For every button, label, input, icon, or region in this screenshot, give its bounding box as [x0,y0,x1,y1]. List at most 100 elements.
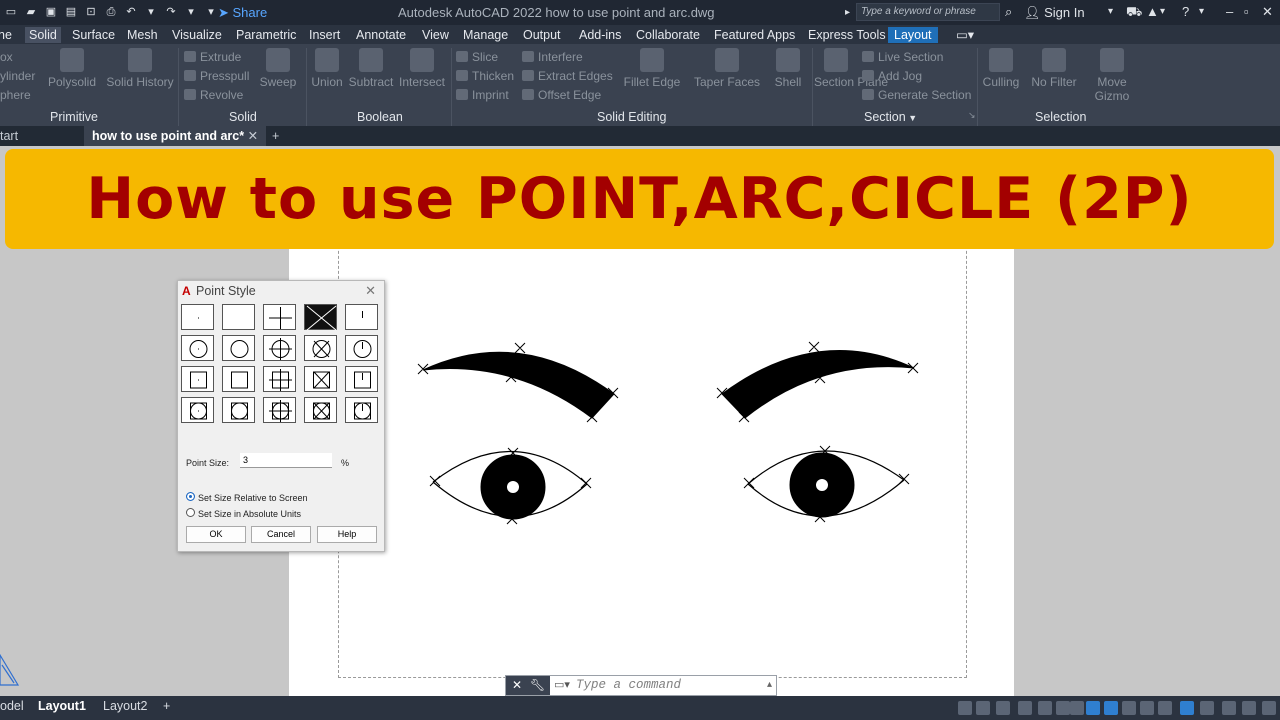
panel-title-section[interactable]: Section ▼ [864,110,917,124]
extract-edges-button[interactable]: Extract Edges [522,69,613,83]
section-plane-button[interactable]: Section Plane [814,48,888,89]
search-arrow-icon[interactable]: ▸ [845,7,850,18]
redo-dropdown-icon[interactable]: ▾ [184,6,198,19]
start-tab[interactable]: tart [0,126,18,146]
subtract-button[interactable]: Subtract [347,48,395,89]
share-button[interactable]: ➤ Share [218,5,267,21]
close-window-icon[interactable]: ✕ [1262,4,1273,20]
presspull-button[interactable]: Presspull [184,69,249,83]
tab-featured-apps[interactable]: Featured Apps [714,27,795,43]
help-dropdown-icon[interactable]: ▾ [1199,6,1204,17]
cylinder-button[interactable]: ylinder [0,69,35,83]
command-history-icon[interactable]: ▴ [767,675,772,694]
customize-wrench-icon[interactable]: 🔧︎ [530,676,545,695]
thicken-button[interactable]: Thicken [456,69,514,83]
add-jog-button[interactable]: Add Jog [862,69,922,83]
recent-commands-icon[interactable]: ▭▾ [554,676,570,695]
help-button[interactable]: Help [317,526,377,543]
undo-icon[interactable]: ↶ [124,6,138,19]
layout2-tab[interactable]: Layout2 [103,699,147,713]
close-tab-icon[interactable]: ✕ [248,129,258,143]
point-style-option[interactable] [304,397,337,423]
point-style-option[interactable] [345,304,378,330]
a360-dropdown-icon[interactable]: ▾ [1160,6,1165,17]
status-toggle-icon[interactable] [1140,701,1154,715]
interfere-button[interactable]: Interfere [522,50,583,64]
status-toggle-icon[interactable] [1158,701,1172,715]
point-style-option[interactable] [181,397,214,423]
sign-in-dropdown-icon[interactable]: ▾ [1108,6,1113,17]
search-input[interactable]: Type a keyword or phrase [856,3,1000,21]
status-toggle-icon[interactable] [1222,701,1236,715]
minimize-icon[interactable]: – [1226,4,1233,19]
point-style-option[interactable] [222,366,255,392]
polysolid-button[interactable]: Polysolid [48,48,96,89]
slice-button[interactable]: Slice [456,50,498,64]
model-tab[interactable]: odel [0,699,24,713]
status-toggle-icon[interactable] [958,701,972,715]
point-size-input[interactable]: 3 [240,453,332,468]
revolve-button[interactable]: Revolve [184,88,243,102]
status-toggle-icon[interactable] [976,701,990,715]
status-toggle-icon[interactable] [1104,701,1118,715]
status-toggle-icon[interactable] [1038,701,1052,715]
section-dialog-launcher-icon[interactable]: ↘ [968,110,976,121]
union-button[interactable]: Union [310,48,344,89]
point-style-option[interactable] [263,397,296,423]
status-toggle-icon[interactable] [1070,701,1084,715]
new-tab-icon[interactable]: + [272,126,279,146]
sphere-button[interactable]: phere [0,88,31,102]
imprint-button[interactable]: Imprint [456,88,509,102]
absolute-units-radio[interactable] [186,508,195,517]
close-command-line-icon[interactable]: ✕ [512,676,522,695]
point-style-option[interactable] [222,304,255,330]
point-style-option[interactable] [345,397,378,423]
customize-dropdown-icon[interactable]: ▾ [204,6,218,19]
status-toggle-icon[interactable] [1242,701,1256,715]
extrude-button[interactable]: Extrude [184,50,241,64]
redo-icon[interactable]: ↷ [164,6,178,19]
tab-collaborate[interactable]: Collaborate [636,27,700,43]
intersect-button[interactable]: Intersect [398,48,446,89]
web-save-icon[interactable]: ⊡ [84,6,98,19]
autodesk-a360-icon[interactable]: ▲ [1146,4,1159,19]
culling-button[interactable]: Culling [980,48,1022,89]
offset-edge-button[interactable]: Offset Edge [522,88,601,102]
ok-button[interactable]: OK [186,526,246,543]
help-icon[interactable]: ? [1182,4,1189,19]
point-style-option[interactable] [304,335,337,361]
status-toggle-icon[interactable] [1056,701,1070,715]
tab-add-ins[interactable]: Add-ins [579,27,621,43]
solid-history-button[interactable]: Solid History [104,48,176,89]
status-toggle-icon[interactable] [1180,701,1194,715]
tab-view[interactable]: View [422,27,449,43]
shell-button[interactable]: Shell [768,48,808,89]
tab-layout[interactable]: Layout [888,27,938,43]
save-icon[interactable]: ▣ [44,6,58,19]
point-style-option[interactable] [263,366,296,392]
status-toggle-icon[interactable] [996,701,1010,715]
tab-manage[interactable]: Manage [463,27,508,43]
dialog-close-icon[interactable]: ✕ [365,283,376,299]
point-style-option[interactable] [304,366,337,392]
status-toggle-icon[interactable] [1200,701,1214,715]
tab-parametric[interactable]: Parametric [236,27,296,43]
layout1-tab[interactable]: Layout1 [38,699,86,713]
ribbon-toggle-icon[interactable]: ▭▾ [956,27,974,43]
cart-icon[interactable]: ⛟ [1126,4,1142,22]
point-style-option[interactable] [263,304,296,330]
status-toggle-icon[interactable] [1122,701,1136,715]
tab-surface[interactable]: Surface [72,27,115,43]
point-style-option[interactable] [304,304,337,331]
tab-home[interactable]: ne [0,27,12,43]
point-style-option[interactable] [263,335,296,361]
sign-in-button[interactable]: 👤︎ Sign In [1024,5,1085,21]
tab-insert[interactable]: Insert [309,27,340,43]
point-style-option[interactable] [345,335,378,361]
relative-to-screen-radio[interactable] [186,492,195,501]
fillet-edge-button[interactable]: Fillet Edge [622,48,682,89]
tab-express-tools[interactable]: Express Tools [808,27,886,43]
point-style-option[interactable] [181,335,214,361]
no-filter-button[interactable]: No Filter [1030,48,1078,89]
status-toggle-icon[interactable] [1262,701,1276,715]
